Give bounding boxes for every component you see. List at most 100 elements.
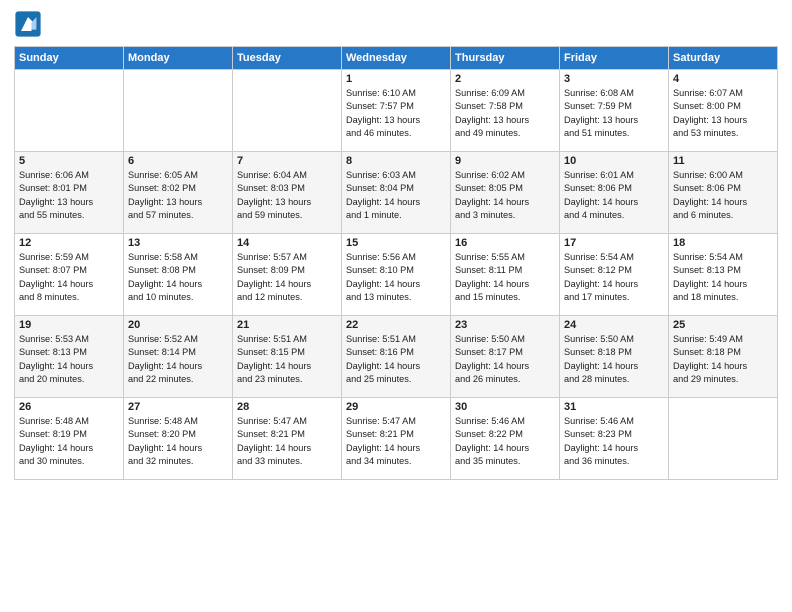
day-cell: 15Sunrise: 5:56 AM Sunset: 8:10 PM Dayli… [342, 234, 451, 316]
day-number: 14 [237, 237, 337, 249]
day-number: 6 [128, 155, 228, 167]
day-number: 13 [128, 237, 228, 249]
day-info: Sunrise: 5:58 AM Sunset: 8:08 PM Dayligh… [128, 251, 228, 304]
week-row-2: 5 Sunrise: 6:06 AM Sunset: 8:01 PM Daylig… [15, 152, 778, 234]
page: SundayMondayTuesdayWednesdayThursdayFrid… [0, 0, 792, 612]
col-header-sunday: Sunday [15, 47, 124, 70]
day-info: Sunrise: 5:47 AM Sunset: 8:21 PM Dayligh… [237, 415, 337, 468]
day-cell [124, 70, 233, 152]
day-number: 26 [19, 401, 119, 413]
day-number: 5 [19, 155, 119, 167]
day-number: 12 [19, 237, 119, 249]
day-info: Sunrise: 5:50 AM Sunset: 8:18 PM Dayligh… [564, 333, 664, 386]
day-number: 11 [673, 155, 773, 167]
day-cell: 25 Sunrise: 5:49 AM Sunset: 8:18 PM Dayli… [669, 316, 778, 398]
day-number: 27 [128, 401, 228, 413]
day-number: 24 [564, 319, 664, 331]
day-cell: 21 Sunrise: 5:51 AM Sunset: 8:15 PM Dayli… [233, 316, 342, 398]
day-number: 7 [237, 155, 337, 167]
day-info: Sunrise: 6:06 AM Sunset: 8:01 PM Dayligh… [19, 169, 119, 222]
day-cell: 17 Sunrise: 5:54 AM Sunset: 8:12 PM Dayli… [560, 234, 669, 316]
day-info: Sunrise: 5:50 AM Sunset: 8:17 PM Dayligh… [455, 333, 555, 386]
day-cell [233, 70, 342, 152]
week-row-4: 19 Sunrise: 5:53 AM Sunset: 8:13 PM Dayli… [15, 316, 778, 398]
day-number: 4 [673, 73, 773, 85]
day-number: 18 [673, 237, 773, 249]
day-info: Sunrise: 5:46 AM Sunset: 8:23 PM Dayligh… [564, 415, 664, 468]
day-number: 28 [237, 401, 337, 413]
day-info: Sunrise: 6:05 AM Sunset: 8:02 PM Dayligh… [128, 169, 228, 222]
day-cell [15, 70, 124, 152]
week-row-5: 26 Sunrise: 5:48 AM Sunset: 8:19 PM Dayli… [15, 398, 778, 480]
day-cell: 7 Sunrise: 6:04 AM Sunset: 8:03 PM Daylig… [233, 152, 342, 234]
day-info: Sunrise: 5:47 AM Sunset: 8:21 PM Dayligh… [346, 415, 446, 468]
day-cell: 20 Sunrise: 5:52 AM Sunset: 8:14 PM Dayli… [124, 316, 233, 398]
day-cell: 23 Sunrise: 5:50 AM Sunset: 8:17 PM Dayli… [451, 316, 560, 398]
day-info: Sunrise: 6:10 AM Sunset: 7:57 PM Dayligh… [346, 87, 446, 140]
day-cell: 4Sunrise: 6:07 AM Sunset: 8:00 PM Daylig… [669, 70, 778, 152]
day-cell: 24 Sunrise: 5:50 AM Sunset: 8:18 PM Dayli… [560, 316, 669, 398]
day-number: 23 [455, 319, 555, 331]
day-number: 29 [346, 401, 446, 413]
day-number: 25 [673, 319, 773, 331]
day-cell: 3 Sunrise: 6:08 AM Sunset: 7:59 PM Daylig… [560, 70, 669, 152]
day-info: Sunrise: 6:01 AM Sunset: 8:06 PM Dayligh… [564, 169, 664, 222]
day-number: 30 [455, 401, 555, 413]
col-header-wednesday: Wednesday [342, 47, 451, 70]
day-cell: 28 Sunrise: 5:47 AM Sunset: 8:21 PM Dayli… [233, 398, 342, 480]
day-info: Sunrise: 6:02 AM Sunset: 8:05 PM Dayligh… [455, 169, 555, 222]
day-cell: 13 Sunrise: 5:58 AM Sunset: 8:08 PM Dayli… [124, 234, 233, 316]
day-number: 3 [564, 73, 664, 85]
day-cell: 29 Sunrise: 5:47 AM Sunset: 8:21 PM Dayli… [342, 398, 451, 480]
day-cell: 11 Sunrise: 6:00 AM Sunset: 8:06 PM Dayli… [669, 152, 778, 234]
day-info: Sunrise: 5:52 AM Sunset: 8:14 PM Dayligh… [128, 333, 228, 386]
day-cell: 6 Sunrise: 6:05 AM Sunset: 8:02 PM Daylig… [124, 152, 233, 234]
week-row-1: 1Sunrise: 6:10 AM Sunset: 7:57 PM Daylig… [15, 70, 778, 152]
day-cell: 1Sunrise: 6:10 AM Sunset: 7:57 PM Daylig… [342, 70, 451, 152]
day-cell: 10 Sunrise: 6:01 AM Sunset: 8:06 PM Dayli… [560, 152, 669, 234]
day-cell [669, 398, 778, 480]
day-cell: 27 Sunrise: 5:48 AM Sunset: 8:20 PM Dayli… [124, 398, 233, 480]
day-cell: 9 Sunrise: 6:02 AM Sunset: 8:05 PM Daylig… [451, 152, 560, 234]
day-info: Sunrise: 5:51 AM Sunset: 8:15 PM Dayligh… [237, 333, 337, 386]
col-header-monday: Monday [124, 47, 233, 70]
day-info: Sunrise: 6:00 AM Sunset: 8:06 PM Dayligh… [673, 169, 773, 222]
day-cell: 2 Sunrise: 6:09 AM Sunset: 7:58 PM Daylig… [451, 70, 560, 152]
day-number: 20 [128, 319, 228, 331]
day-info: Sunrise: 5:48 AM Sunset: 8:20 PM Dayligh… [128, 415, 228, 468]
day-info: Sunrise: 5:48 AM Sunset: 8:19 PM Dayligh… [19, 415, 119, 468]
day-info: Sunrise: 5:51 AM Sunset: 8:16 PM Dayligh… [346, 333, 446, 386]
day-info: Sunrise: 6:09 AM Sunset: 7:58 PM Dayligh… [455, 87, 555, 140]
day-info: Sunrise: 5:46 AM Sunset: 8:22 PM Dayligh… [455, 415, 555, 468]
day-info: Sunrise: 5:59 AM Sunset: 8:07 PM Dayligh… [19, 251, 119, 304]
day-number: 15 [346, 237, 446, 249]
day-number: 21 [237, 319, 337, 331]
day-number: 31 [564, 401, 664, 413]
day-cell: 12 Sunrise: 5:59 AM Sunset: 8:07 PM Dayli… [15, 234, 124, 316]
day-info: Sunrise: 6:03 AM Sunset: 8:04 PM Dayligh… [346, 169, 446, 222]
day-info: Sunrise: 6:08 AM Sunset: 7:59 PM Dayligh… [564, 87, 664, 140]
day-cell: 8Sunrise: 6:03 AM Sunset: 8:04 PM Daylig… [342, 152, 451, 234]
header [14, 10, 778, 38]
day-cell: 5 Sunrise: 6:06 AM Sunset: 8:01 PM Daylig… [15, 152, 124, 234]
day-number: 9 [455, 155, 555, 167]
day-cell: 14 Sunrise: 5:57 AM Sunset: 8:09 PM Dayli… [233, 234, 342, 316]
day-number: 19 [19, 319, 119, 331]
col-header-thursday: Thursday [451, 47, 560, 70]
day-info: Sunrise: 5:53 AM Sunset: 8:13 PM Dayligh… [19, 333, 119, 386]
day-cell: 22 Sunrise: 5:51 AM Sunset: 8:16 PM Dayli… [342, 316, 451, 398]
day-number: 2 [455, 73, 555, 85]
day-number: 17 [564, 237, 664, 249]
col-header-friday: Friday [560, 47, 669, 70]
day-info: Sunrise: 5:54 AM Sunset: 8:12 PM Dayligh… [564, 251, 664, 304]
day-cell: 31 Sunrise: 5:46 AM Sunset: 8:23 PM Dayli… [560, 398, 669, 480]
day-info: Sunrise: 5:57 AM Sunset: 8:09 PM Dayligh… [237, 251, 337, 304]
day-cell: 30 Sunrise: 5:46 AM Sunset: 8:22 PM Dayli… [451, 398, 560, 480]
day-cell: 18Sunrise: 5:54 AM Sunset: 8:13 PM Dayli… [669, 234, 778, 316]
day-cell: 26 Sunrise: 5:48 AM Sunset: 8:19 PM Dayli… [15, 398, 124, 480]
day-info: Sunrise: 5:49 AM Sunset: 8:18 PM Dayligh… [673, 333, 773, 386]
day-number: 22 [346, 319, 446, 331]
day-info: Sunrise: 5:55 AM Sunset: 8:11 PM Dayligh… [455, 251, 555, 304]
day-number: 10 [564, 155, 664, 167]
day-info: Sunrise: 6:04 AM Sunset: 8:03 PM Dayligh… [237, 169, 337, 222]
